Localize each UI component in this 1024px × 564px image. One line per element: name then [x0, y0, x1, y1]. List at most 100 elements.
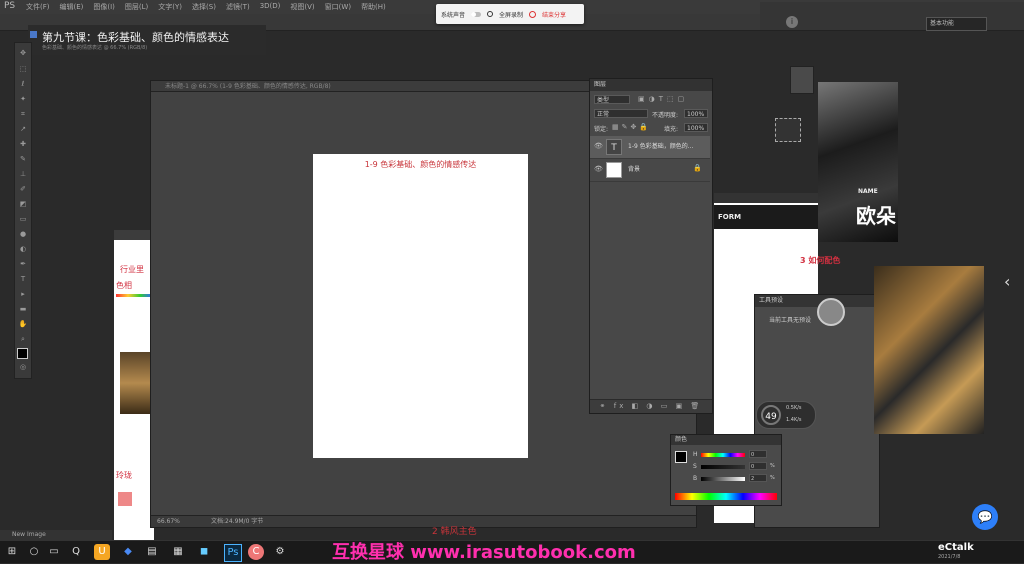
- layers-footer-icons[interactable]: ⚭ fx ◧ ◑ ▭ ▣ 🗑: [590, 399, 712, 413]
- app-icon-shield[interactable]: ◆: [120, 544, 136, 560]
- quick-select-icon[interactable]: ✦: [18, 95, 28, 103]
- settings-gear-icon[interactable]: ⚙: [272, 544, 288, 560]
- document-tab[interactable]: [714, 193, 818, 203]
- blur-tool-icon[interactable]: ●: [18, 230, 28, 238]
- opacity-input[interactable]: 100%: [684, 109, 708, 118]
- fill-input[interactable]: 100%: [684, 123, 708, 132]
- chevron-left-icon[interactable]: ‹: [1004, 272, 1010, 291]
- hue-value[interactable]: 0: [749, 450, 767, 458]
- form-banner: FORM: [714, 205, 818, 229]
- photo-name-label: NAME: [858, 188, 878, 195]
- visibility-eye-icon[interactable]: 👁: [594, 165, 603, 173]
- search-icon[interactable]: ○: [26, 544, 42, 560]
- app-icon-u[interactable]: U: [94, 544, 110, 560]
- workspace-select[interactable]: 基本功能: [926, 17, 987, 31]
- app-icon-folder[interactable]: ▤: [144, 544, 160, 560]
- layer-row-text[interactable]: 👁 T 1-9 色彩基础，颜色的...: [590, 136, 710, 159]
- canvas-title-text[interactable]: 1-9 色彩基础、颜色的情感传达: [313, 159, 528, 170]
- foreground-swatch[interactable]: [675, 451, 687, 463]
- app-icon-c[interactable]: C: [248, 544, 264, 560]
- fill-label: 填充:: [664, 126, 679, 133]
- system-sound-label: 系统声音: [441, 11, 466, 19]
- photo-big-text: 欧朵: [856, 204, 896, 228]
- menu-type[interactable]: 文字(Y): [158, 2, 182, 12]
- dodge-tool-icon[interactable]: ◐: [18, 245, 28, 253]
- layers-tab[interactable]: 图层: [590, 79, 712, 91]
- zoom-tool-icon[interactable]: ⌕: [18, 335, 28, 343]
- visibility-eye-icon[interactable]: 👁: [594, 142, 603, 150]
- eyedropper-icon[interactable]: ↗: [18, 125, 28, 133]
- gradient-tool-icon[interactable]: ▭: [18, 215, 28, 223]
- menu-file[interactable]: 文件(F): [26, 2, 50, 12]
- swatch: [118, 492, 132, 506]
- app-icon-q[interactable]: Q: [68, 544, 84, 560]
- app-icon-media[interactable]: ▦: [170, 544, 186, 560]
- chat-icon[interactable]: 💬: [972, 504, 998, 530]
- brush-tool-icon[interactable]: ✎: [18, 155, 28, 163]
- tool-presets-tab[interactable]: 工具预设: [755, 295, 879, 307]
- menu-edit[interactable]: 编辑(E): [60, 2, 84, 12]
- layer-name[interactable]: 背景: [628, 164, 640, 173]
- brightness-slider[interactable]: B 2 %: [693, 474, 777, 483]
- menu-filter[interactable]: 滤镜(T): [226, 2, 250, 12]
- canvas[interactable]: 1-9 色彩基础、颜色的情感传达: [313, 154, 528, 458]
- brightness-value[interactable]: 2: [749, 474, 767, 482]
- layer-filter-select[interactable]: 类型: [594, 95, 630, 104]
- color-spectrum[interactable]: [675, 493, 777, 500]
- layer-name[interactable]: 1-9 色彩基础，颜色的...: [628, 141, 693, 150]
- quick-mask-icon[interactable]: ◎: [18, 363, 28, 371]
- menu-list: 文件(F) 编辑(E) 图像(I) 图层(L) 文字(Y) 选择(S) 滤镜(T…: [26, 2, 386, 12]
- blend-mode-select[interactable]: 正常: [594, 109, 648, 118]
- system-sound-toggle[interactable]: [471, 11, 482, 17]
- menu-help[interactable]: 帮助(H): [361, 2, 386, 12]
- horse-image: [120, 352, 150, 414]
- filter-icons[interactable]: ▣◑T⬚▢: [638, 95, 688, 103]
- windows-start-icon[interactable]: ⊞: [4, 544, 20, 560]
- lesson-subtitle: 色彩基础、颜色的情感表达 @ 66.7% (RGB/8): [42, 45, 148, 51]
- menu-select[interactable]: 选择(S): [192, 2, 216, 12]
- upload-speed: 0.5K/s: [786, 405, 802, 411]
- lasso-tool-icon[interactable]: ℓ: [18, 80, 28, 88]
- zoom-level[interactable]: 66.67%: [157, 516, 180, 527]
- saturation-value[interactable]: 0: [749, 462, 767, 470]
- info-icon[interactable]: i: [786, 16, 798, 28]
- shape-tool-icon[interactable]: ▬: [18, 305, 28, 313]
- region-label[interactable]: 全屏录制: [499, 10, 523, 19]
- menu-3d[interactable]: 3D(D): [260, 2, 281, 12]
- lock-icon: 🔒: [693, 164, 702, 172]
- menu-layer[interactable]: 图层(L): [125, 2, 148, 12]
- layer-thumbnail: [606, 162, 622, 178]
- collapsed-panel-dock[interactable]: [790, 66, 814, 94]
- menu-view[interactable]: 视图(V): [290, 2, 314, 12]
- history-brush-icon[interactable]: ✐: [18, 185, 28, 193]
- cpu-percent: 49: [761, 405, 781, 425]
- pen-tool-icon[interactable]: ✒: [18, 260, 28, 268]
- eraser-tool-icon[interactable]: ◩: [18, 200, 28, 208]
- document-tab[interactable]: [114, 230, 154, 240]
- menu-image[interactable]: 图像(I): [93, 2, 115, 12]
- doc-left-snippet: 玲珑: [116, 471, 132, 480]
- crop-tool-icon[interactable]: ⌗: [18, 110, 28, 118]
- layer-row-background[interactable]: 👁 背景 🔒: [590, 159, 710, 182]
- record-icon: [487, 11, 494, 17]
- photoshop-icon[interactable]: Ps: [224, 544, 242, 562]
- lock-icons[interactable]: ▦✎✥🔒: [612, 123, 651, 131]
- stop-share-button[interactable]: 结束分享: [542, 10, 566, 19]
- stamp-tool-icon[interactable]: ⊥: [18, 170, 28, 178]
- task-view-icon[interactable]: ▭: [46, 544, 62, 560]
- foreground-color-icon[interactable]: [17, 348, 28, 359]
- move-tool-icon[interactable]: ✥: [18, 49, 28, 57]
- menu-window[interactable]: 窗口(W): [325, 2, 351, 12]
- navigator-label: New Image: [0, 530, 112, 540]
- tools-panel: ✥ ⬚ ℓ ✦ ⌗ ↗ ✚ ✎ ⊥ ✐ ◩ ▭ ● ◐ ✒ T ▸ ▬ ✋ ⌕ …: [14, 42, 32, 379]
- marquee-tool-icon[interactable]: ⬚: [18, 65, 28, 73]
- app-icon-image[interactable]: ◼: [196, 544, 212, 560]
- saturation-slider[interactable]: S 0 %: [693, 462, 777, 471]
- healing-brush-icon[interactable]: ✚: [18, 140, 28, 148]
- background-document-left[interactable]: 行业里 色相 玲珑: [114, 230, 154, 540]
- hand-tool-icon[interactable]: ✋: [18, 320, 28, 328]
- path-select-icon[interactable]: ▸: [18, 290, 28, 298]
- color-tab[interactable]: 颜色: [671, 435, 781, 445]
- hue-slider[interactable]: H 0: [693, 450, 777, 459]
- type-tool-icon[interactable]: T: [18, 275, 28, 283]
